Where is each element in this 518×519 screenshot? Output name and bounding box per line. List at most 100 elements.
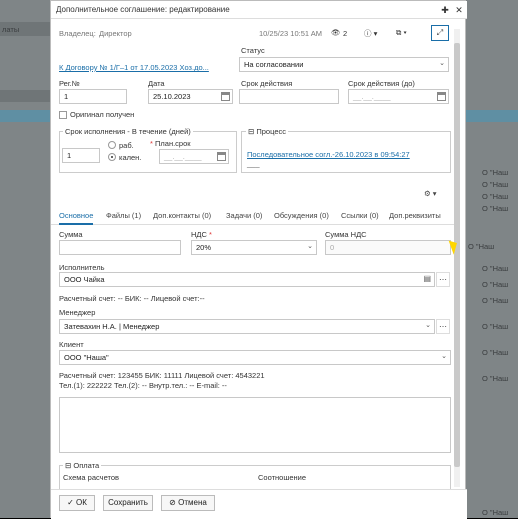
checkbox-icon[interactable] (59, 111, 67, 120)
edit-dialog: Дополнительное соглашение: редактировани… (50, 0, 467, 519)
cancel-button[interactable]: ⊘ Отмена (161, 495, 215, 511)
status-value: На согласовании (244, 60, 304, 69)
save-label: Сохранить (108, 498, 148, 507)
term-until-label: Срок действия (до) (348, 79, 415, 88)
chevron-down-icon: ⌄ (425, 322, 431, 329)
term-until-input[interactable]: __.__.____ (348, 89, 449, 104)
sum-input[interactable] (59, 240, 181, 255)
ok-label: ОК (76, 498, 87, 507)
bg-list-item: О "Наш (468, 242, 495, 251)
views-count: 2 (343, 29, 348, 38)
reg-value: 1 (64, 92, 69, 101)
payment-legend: ⊟ Оплата (63, 461, 102, 470)
vat-sum-value: 0 (330, 243, 335, 252)
exec-days-input[interactable]: 1 (62, 148, 100, 163)
timestamp: 10/25/23 10:51 AM (259, 29, 322, 38)
cancel-label: Отмена (178, 498, 207, 507)
tab-extra[interactable]: Доп.реквизиты (389, 211, 441, 220)
bg-menu-item: латы (2, 25, 20, 34)
reg-label: Рег.№ (59, 79, 80, 88)
executor-input[interactable]: ООО Чайка ▤ (59, 272, 435, 287)
owner-label: Владелец: (59, 29, 96, 38)
client-accounts: Расчетный счет: 123455 БИК: 11111 Лицево… (59, 371, 265, 380)
expand-icon[interactable]: ⤢ (431, 25, 449, 41)
executor-accounts: Расчетный счет: -- БИК: -- Лицевой счет:… (59, 294, 205, 303)
exec-days-value: 1 (67, 151, 72, 160)
eye-icon: 👁 (331, 28, 341, 37)
tab-files[interactable]: Файлы (1) (106, 211, 141, 220)
term-label: Срок действия (241, 79, 293, 88)
scrollbar[interactable] (454, 29, 460, 487)
bg-list-item: О "Наш (482, 192, 509, 201)
term-input[interactable] (239, 89, 339, 104)
process-legend-text: Процесс (256, 127, 286, 136)
bg-list-item: О "Наш (482, 508, 509, 517)
bg-selected-row (0, 110, 50, 122)
bg-list-item: О "Наш (482, 264, 509, 273)
dialog-titlebar: Дополнительное соглашение: редактировани… (51, 1, 467, 19)
manager-select[interactable]: Затевахин Н.А. | Менеджер ⌄ (59, 319, 435, 334)
client-phones: Тел.(1): 222222 Тел.(2): -- Внутр.тел.: … (59, 381, 227, 390)
work-days-label: раб. (119, 141, 134, 150)
vat-select[interactable]: 20% ⌄ (191, 240, 317, 255)
vat-label-text: НДС (191, 230, 207, 239)
calendar-days-radio[interactable] (108, 153, 116, 161)
bg-list-item: О "Наш (482, 180, 509, 189)
client-select[interactable]: ООО "Наша" ⌄ (59, 350, 451, 365)
bg-list-item: О "Наш (482, 168, 509, 177)
executor-more-button[interactable]: ⋯ (436, 272, 450, 287)
calendar-icon[interactable] (221, 92, 230, 101)
vat-value: 20% (196, 243, 212, 252)
dialog-title: Дополнительное соглашение: редактировани… (56, 5, 230, 14)
close-icon[interactable]: ✕ (452, 3, 466, 17)
tab-tasks[interactable]: Задачи (0) (226, 211, 262, 220)
tab-links[interactable]: Ссылки (0) (341, 211, 379, 220)
plan-label: * План.срок (150, 139, 191, 148)
date-input[interactable]: 25.10.2023 (148, 89, 233, 104)
process-legend: ⊟ Процесс (246, 127, 288, 136)
chevron-down-icon: ⌄ (307, 243, 313, 250)
client-value: ООО "Наша" (64, 353, 109, 362)
info-icon[interactable]: ⓘ ▾ (364, 28, 377, 39)
copy-icon[interactable]: ⧉ ▾ (396, 28, 407, 38)
calendar-icon[interactable] (437, 92, 446, 101)
vat-label: НДС * (191, 230, 212, 239)
bg-list-item: О "Наш (482, 204, 509, 213)
card-icon[interactable]: ▤ (423, 274, 431, 283)
date-label: Дата (148, 79, 165, 88)
calendar-icon[interactable] (217, 152, 226, 161)
calendar-days-label: кален. (119, 153, 142, 162)
payment-legend-text: Оплата (73, 461, 100, 470)
vat-sum-input[interactable]: 0 (325, 240, 451, 255)
ok-button[interactable]: ✓ ОК (59, 495, 95, 511)
manager-more-button[interactable]: ⋯ (436, 319, 450, 334)
scrollbar-thumb[interactable] (454, 43, 460, 467)
tab-main[interactable]: Основное (59, 211, 94, 225)
plan-date-input[interactable]: __.__.____ (159, 149, 229, 164)
vat-sum-label: Сумма НДС (325, 230, 367, 239)
bg-list-item: О "Наш (482, 280, 509, 289)
pin-icon[interactable]: ✚ (438, 3, 452, 17)
client-label: Клиент (59, 340, 84, 349)
notes-textarea[interactable] (59, 397, 451, 453)
executor-value: ООО Чайка (64, 275, 105, 284)
original-checkbox[interactable]: Оригинал получен (59, 110, 134, 120)
tab-discussions[interactable]: Обсуждения (0) (274, 211, 329, 220)
chevron-down-icon: ⌄ (441, 353, 447, 360)
save-button[interactable]: Сохранить (103, 495, 153, 511)
bg-row (0, 90, 50, 102)
process-sub: ___ (247, 159, 260, 168)
work-days-radio[interactable] (108, 141, 116, 149)
status-select[interactable]: На согласовании ⌄ (239, 57, 449, 72)
reg-input[interactable]: 1 (59, 89, 127, 104)
bg-list-item: О "Наш (482, 348, 509, 357)
exec-legend: Срок исполнения - В течение (дней) (63, 127, 193, 136)
gear-icon[interactable]: ⚙ ▾ (424, 189, 437, 198)
bg-list-item: О "Наш (482, 322, 509, 331)
contract-link[interactable]: К Договору № 1/Г–1 от 17.05.2023 Хоз.до.… (59, 63, 209, 72)
scheme-label: Схема расчетов (63, 473, 120, 482)
bg-list-item: О "Наш (482, 374, 509, 383)
plan-placeholder: __.__.____ (164, 152, 202, 161)
tab-contacts[interactable]: Доп.контакты (0) (153, 211, 211, 220)
process-link[interactable]: Последовательное согл.-26.10.2023 в 09:5… (247, 150, 410, 159)
